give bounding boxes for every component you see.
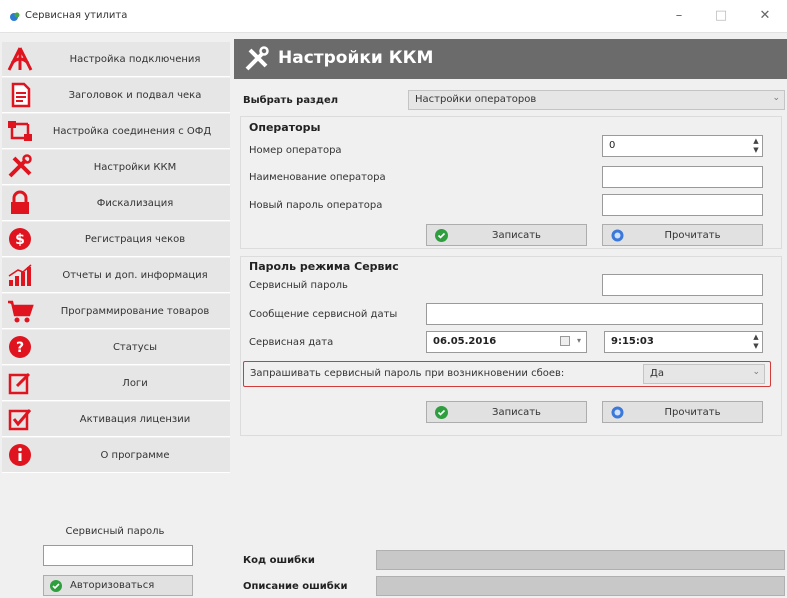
sidebar-item-about[interactable]: О программе: [2, 438, 230, 473]
error-description-field: [376, 576, 785, 596]
close-button[interactable]: ✕: [750, 6, 780, 26]
error-description-label: Описание ошибки: [243, 581, 348, 592]
section-select-value: Настройки операторов: [415, 94, 537, 105]
service-write-button[interactable]: Записать: [426, 401, 587, 423]
sidebar-item-kkm-settings[interactable]: Настройки ККМ: [2, 150, 230, 185]
operator-number-value: 0: [609, 140, 616, 151]
new-password-label: Новый пароль оператора: [249, 200, 383, 211]
service-date-message-label: Сообщение сервисной даты: [249, 309, 398, 320]
sidebar-item-label: Активация лицензии: [79, 414, 191, 425]
service-time-stepper[interactable]: 9:15:03 ▲ ▼: [604, 331, 763, 353]
coin-icon: $: [9, 228, 31, 250]
sidebar-item-label: Статусы: [112, 342, 158, 353]
sidebar-item-products[interactable]: Программирование товаров: [2, 294, 230, 329]
ask-password-value: Да: [650, 368, 664, 379]
service-date-label: Сервисная дата: [249, 337, 334, 348]
chart-icon: [8, 264, 32, 286]
sidebar-item-label: Фискализация: [96, 198, 174, 209]
service-password-label: Сервисный пароль: [249, 280, 348, 291]
question-icon: ?: [9, 336, 31, 358]
operators-group-title: Операторы: [249, 121, 321, 134]
operator-name-input[interactable]: [602, 166, 763, 188]
section-select[interactable]: Настройки операторов ⌄: [408, 90, 785, 110]
sidebar-item-label: Заголовок и подвал чека: [68, 90, 202, 101]
sidebar-item-label: Регистрация чеков: [84, 234, 186, 245]
page-header: Настройки ККМ: [234, 39, 787, 79]
sidebar-item-license[interactable]: Активация лицензии: [2, 402, 230, 437]
sidebar-item-ofd-connection[interactable]: Настройка соединения с ОФД: [2, 114, 230, 149]
sidebar-item-connection[interactable]: Настройка подключения: [2, 42, 230, 77]
sidebar-item-label: Отчеты и доп. информация: [62, 270, 208, 281]
tools-icon: [8, 154, 32, 178]
sidebar-item-label: Программирование товаров: [60, 306, 210, 317]
app-icon: [10, 12, 20, 21]
sidebar: Настройка подключения Заголовок и подвал…: [0, 33, 232, 598]
tools-icon: [245, 46, 269, 71]
sidebar-item-label: Настройки ККМ: [93, 162, 177, 173]
chevron-down-icon[interactable]: ▾: [577, 336, 581, 345]
network-icon: [8, 121, 32, 141]
operators-write-button[interactable]: Записать: [426, 224, 587, 246]
title-bar: Сервисная утилита – □ ✕: [0, 0, 787, 33]
page-title: Настройки ККМ: [278, 48, 434, 68]
operator-number-label: Номер оператора: [249, 145, 342, 156]
svg-text:?: ?: [16, 340, 24, 356]
operators-write-label: Записать: [492, 230, 541, 241]
operator-number-stepper[interactable]: 0 ▲ ▼: [602, 135, 763, 157]
authorize-button-label: Авторизоваться: [70, 580, 155, 591]
sidebar-item-label: О программе: [100, 450, 170, 461]
edit-icon: [8, 372, 31, 395]
document-icon: [11, 82, 31, 108]
service-time-value: 9:15:03: [611, 336, 654, 347]
maximize-button[interactable]: □: [706, 6, 736, 26]
antenna-icon: [7, 47, 33, 71]
operators-read-button[interactable]: Прочитать: [602, 224, 763, 246]
minimize-button[interactable]: –: [664, 6, 694, 26]
lock-icon: [11, 190, 29, 214]
service-date-value: 06.05.2016: [433, 336, 497, 347]
service-mode-group-title: Пароль режима Сервис: [249, 260, 399, 273]
section-select-label: Выбрать раздел: [243, 95, 339, 106]
spin-arrows-icon[interactable]: ▲ ▼: [751, 137, 761, 155]
calendar-icon[interactable]: [560, 336, 570, 346]
sidebar-password-input[interactable]: [43, 545, 193, 566]
service-read-button[interactable]: Прочитать: [602, 401, 763, 423]
window-title: Сервисная утилита: [25, 10, 128, 21]
sidebar-item-header-footer[interactable]: Заголовок и подвал чека: [2, 78, 230, 113]
service-write-label: Записать: [492, 407, 541, 418]
ask-password-select[interactable]: Да ⌄: [643, 364, 765, 384]
authorize-button[interactable]: Авторизоваться: [43, 575, 193, 596]
sidebar-item-label: Настройка подключения: [69, 54, 201, 65]
error-code-field: [376, 550, 785, 570]
sidebar-item-reports[interactable]: Отчеты и доп. информация: [2, 258, 230, 293]
svg-text:$: $: [15, 232, 25, 248]
new-password-input[interactable]: [602, 194, 763, 216]
ask-password-label: Запрашивать сервисный пароль при возникн…: [250, 368, 565, 379]
service-read-label: Прочитать: [664, 407, 721, 418]
sidebar-item-fiscalization[interactable]: Фискализация: [2, 186, 230, 221]
sidebar-item-statuses[interactable]: ? Статусы: [2, 330, 230, 365]
sidebar-item-label: Логи: [122, 378, 148, 389]
info-icon: [9, 444, 31, 466]
sidebar-item-label: Настройка соединения с ОФД: [52, 126, 212, 137]
checkbox-icon: [8, 409, 32, 431]
sidebar-item-receipts[interactable]: $ Регистрация чеков: [2, 222, 230, 257]
service-date-message-input[interactable]: [426, 303, 763, 325]
spin-arrows-icon[interactable]: ▲ ▼: [751, 333, 761, 351]
service-date-picker[interactable]: 06.05.2016 ▾: [426, 331, 587, 353]
service-password-input[interactable]: [602, 274, 763, 296]
app-window: Сервисная утилита – □ ✕ Настройка подклю…: [0, 0, 787, 598]
chevron-down-icon: ⌄: [752, 367, 760, 377]
operators-read-label: Прочитать: [664, 230, 721, 241]
sidebar-password-label: Сервисный пароль: [65, 526, 165, 537]
check-circle-icon: [50, 580, 62, 592]
operator-name-label: Наименование оператора: [249, 172, 386, 183]
sidebar-item-logs[interactable]: Логи: [2, 366, 230, 401]
error-code-label: Код ошибки: [243, 555, 315, 566]
chevron-down-icon: ⌄: [772, 93, 780, 103]
cart-icon: [8, 300, 34, 323]
